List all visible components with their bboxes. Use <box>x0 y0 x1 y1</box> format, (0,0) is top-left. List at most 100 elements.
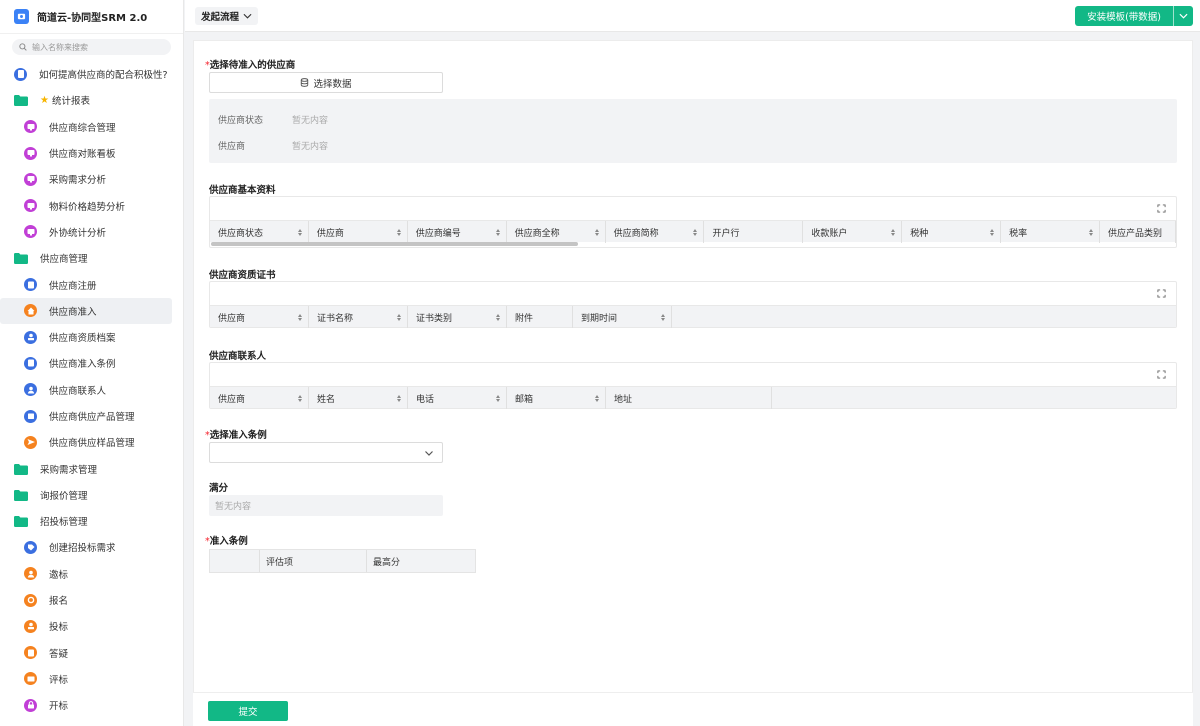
table-column-header[interactable]: 到期时间 <box>573 306 672 328</box>
sidebar-item[interactable]: 物料价格趋势分析 <box>0 192 183 218</box>
column-label: 供应产品类别 <box>1108 228 1163 239</box>
supplier-select-title: *选择待准入的供应商 <box>205 60 296 71</box>
start-flow-button[interactable]: 发起流程 <box>195 7 259 25</box>
install-template-button[interactable]: 安装模板(带数据) <box>1075 6 1173 26</box>
sort-icon[interactable] <box>594 228 599 236</box>
sidebar-item[interactable]: 供应商对账看板 <box>0 140 183 166</box>
sidebar-item[interactable]: 评标 <box>0 666 183 692</box>
sidebar-item[interactable]: 供应商注册 <box>0 271 183 297</box>
sort-icon[interactable] <box>496 313 500 321</box>
install-template-dropdown[interactable] <box>1173 6 1193 26</box>
sidebar-item-label: 供应商供应样品管理 <box>49 438 135 450</box>
sort-icon[interactable] <box>397 313 401 321</box>
sidebar-item[interactable]: 供应商综合管理 <box>0 114 183 140</box>
table-column-header[interactable]: 收款账户 <box>803 221 903 243</box>
info-key: 供应商状态 <box>218 116 264 126</box>
sidebar-item[interactable]: 投标 <box>0 613 183 639</box>
fullscreen-icon[interactable] <box>1157 289 1166 298</box>
table-column-header[interactable]: 姓名 <box>309 387 408 409</box>
form-icon <box>24 278 37 292</box>
column-label: 证书类别 <box>416 313 453 324</box>
table-column-header[interactable]: 供应商简称 <box>606 221 705 243</box>
sort-icon[interactable] <box>1089 228 1094 236</box>
info-value: 暂无内容 <box>292 116 329 126</box>
sidebar-item[interactable]: 开标 <box>0 692 183 718</box>
column-label: 电话 <box>416 394 435 405</box>
table-column-header[interactable]: 附件 <box>507 306 573 328</box>
table-column-header[interactable]: 供应商 <box>309 221 408 243</box>
sidebar-item[interactable]: 采购需求管理 <box>0 455 183 481</box>
sidebar-item-label: 供应商对账看板 <box>49 149 116 161</box>
sidebar: 简道云-协同型SRM 2.0 输入名称来搜索 如何提高供应商的配合积极性? ★ 统计… <box>0 0 184 726</box>
column-label: 供应商 <box>316 228 344 239</box>
table-column-header[interactable]: 供应商编号 <box>408 221 507 243</box>
table-column-header[interactable]: 税种 <box>902 221 1002 243</box>
table-column-header[interactable]: 开户行 <box>704 221 804 243</box>
rule-select-dropdown[interactable] <box>209 442 443 463</box>
select-data-button[interactable]: 选择数据 <box>209 72 443 93</box>
table-toolbar <box>210 282 1176 305</box>
table-column-header[interactable]: 供应商状态 <box>210 221 309 243</box>
certificate-title: 供应商资质证书 <box>209 270 276 281</box>
table-column-header[interactable]: 供应商 <box>210 387 309 409</box>
sort-icon[interactable] <box>396 228 401 236</box>
search-placeholder: 输入名称来搜索 <box>32 42 88 52</box>
sort-icon[interactable] <box>595 394 599 402</box>
table-column-header[interactable]: 证书类别 <box>408 306 507 328</box>
sidebar-item[interactable]: 外协统计分析 <box>0 219 183 245</box>
sidebar-item[interactable]: 创建招投标需求 <box>0 534 183 560</box>
sort-icon[interactable] <box>693 228 698 236</box>
sort-icon[interactable] <box>496 394 500 402</box>
sidebar-item[interactable]: 供应商准入条例 <box>0 350 183 376</box>
folder-icon <box>14 95 28 107</box>
stamp-icon <box>24 619 37 633</box>
table-column-header[interactable]: 税率 <box>1001 221 1101 243</box>
fullscreen-icon[interactable] <box>1157 204 1166 213</box>
sidebar-item[interactable]: 采购需求分析 <box>0 166 183 192</box>
sort-icon[interactable] <box>891 228 896 236</box>
sort-icon[interactable] <box>661 313 665 321</box>
folder-icon <box>14 463 28 475</box>
sidebar-item[interactable]: 邀标 <box>0 561 183 587</box>
sort-icon[interactable] <box>298 313 302 321</box>
chevron-down-icon <box>425 451 433 456</box>
sidebar-item[interactable]: 供应商管理 <box>0 245 183 271</box>
table-column-header[interactable]: 邮箱 <box>507 387 606 409</box>
table-column-header[interactable]: 地址 <box>606 387 772 409</box>
search-input[interactable]: 输入名称来搜索 <box>12 39 171 55</box>
column-label: 供应商 <box>218 313 246 324</box>
gear-icon <box>24 593 37 607</box>
sort-icon[interactable] <box>298 394 302 402</box>
basic-info-table: 供应商状态 供应商 供应商编号 供应商全称 供应商简称 开户行 收款账户 税种 税率 供应产品类别 <box>209 196 1177 248</box>
sort-icon[interactable] <box>397 394 401 402</box>
chevron-down-icon <box>1179 13 1188 19</box>
table-column-header[interactable]: 供应商 <box>210 306 309 328</box>
sidebar-item[interactable]: 供应商准入 <box>0 297 172 324</box>
certificate-table: 供应商 证书名称 证书类别 附件 到期时间 <box>209 281 1177 328</box>
search-icon <box>19 43 27 51</box>
scrollbar-thumb[interactable] <box>211 242 578 246</box>
form-panel: *选择待准入的供应商 选择数据 供应商状态 暂无内容 供应商 暂无内容 供应商基… <box>193 40 1193 726</box>
sidebar-item[interactable]: 招投标管理 <box>0 508 183 534</box>
sidebar-item[interactable]: ★ 统计报表 <box>0 87 183 113</box>
sidebar-item[interactable]: 询报价管理 <box>0 482 183 508</box>
sort-icon[interactable] <box>297 228 302 236</box>
sort-icon[interactable] <box>990 228 995 236</box>
table-column-header[interactable]: 电话 <box>408 387 507 409</box>
sidebar-item[interactable]: 供应商供应产品管理 <box>0 403 183 429</box>
horizontal-scrollbar[interactable] <box>210 242 1176 247</box>
table-column-header[interactable]: 供应产品类别 <box>1100 221 1176 243</box>
submit-button[interactable]: 提交 <box>208 701 288 721</box>
sidebar-item[interactable]: 供应商资质档案 <box>0 324 183 350</box>
sidebar-item-label: 供应商供应产品管理 <box>49 412 135 423</box>
sort-icon[interactable] <box>495 228 500 236</box>
sidebar-item[interactable]: 如何提高供应商的配合积极性? <box>0 61 183 87</box>
fullscreen-icon[interactable] <box>1157 370 1166 379</box>
table-column-header[interactable]: 证书名称 <box>309 306 408 328</box>
sidebar-item[interactable]: 供应商联系人 <box>0 377 183 403</box>
sidebar-item[interactable]: 报名 <box>0 587 183 613</box>
sidebar-item[interactable]: 答疑 <box>0 640 183 666</box>
table-column-header[interactable]: 供应商全称 <box>507 221 606 243</box>
folder-icon <box>14 516 28 528</box>
sidebar-item[interactable]: 供应商供应样品管理 <box>0 429 183 455</box>
